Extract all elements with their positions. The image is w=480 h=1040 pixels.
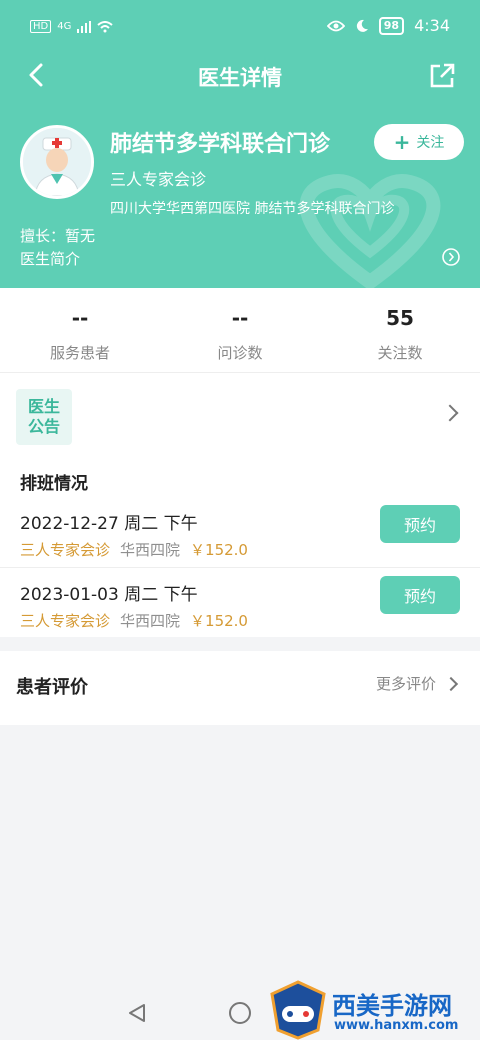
more-reviews-label: 更多评价 [375,675,436,693]
stat-service-patients: -- 服务患者 [0,288,160,372]
nav-bar: 医生详情 [0,52,480,100]
hd-label: HD [30,20,52,33]
schedule-row: 2023-01-03 周二 下午 三人专家会诊 华西四院 ￥152.0 预约 [0,576,480,650]
doctor-name: 肺结节多学科联合门诊 [110,132,331,157]
status-left: HD 4G [30,20,114,33]
schedule-details: 三人专家会诊 华西四院 ￥152.0 [20,539,248,560]
page-title: 医生详情 [198,66,282,90]
doctor-specialty: 擅长：暂无 [20,227,96,245]
chevron-right-icon [443,676,459,691]
doctor-notice-row[interactable]: 医生 公告 [0,373,480,459]
stat-value: 55 [386,306,414,330]
notice-icon-line1: 医生 [27,397,60,416]
more-reviews-link[interactable]: 更多评价 [375,673,459,694]
divider [0,567,480,568]
schedule-price: ￥152.0 [190,612,248,630]
doctor-type: 三人专家会诊 [110,170,207,189]
moon-icon [356,19,368,32]
notice-icon-line2: 公告 [27,417,60,436]
status-bar: HD 4G 98 4:34 [0,0,480,56]
stat-followers: 55 关注数 [320,288,480,372]
doctor-avatar [20,125,94,199]
schedule-date: 2023-01-03 周二 下午 [20,585,198,605]
follow-button[interactable]: + 关注 [374,124,464,160]
site-watermark: 西美手游网 www.hanxm.com [268,980,480,1040]
stat-value: -- [71,306,89,330]
system-home-icon[interactable] [229,1002,251,1024]
schedule-title: 排班情况 [20,474,88,494]
stat-label: 关注数 [377,344,423,362]
stat-label: 问诊数 [217,344,263,362]
notice-icon: 医生 公告 [16,389,72,445]
chevron-right-circle-icon[interactable] [442,248,460,266]
network-label: 4G [57,21,72,32]
status-right: 98 4:34 [326,16,450,35]
clock: 4:34 [414,16,450,35]
wifi-icon [97,20,114,32]
schedule-date: 2022-12-27 周二 下午 [20,514,198,534]
battery-indicator: 98 [378,16,405,35]
schedule-hospital: 华西四院 [120,541,181,559]
schedule-type: 三人专家会诊 [20,612,111,630]
signal-icon [77,20,92,33]
reviews-title: 患者评价 [16,677,88,698]
schedule-details: 三人专家会诊 华西四院 ￥152.0 [20,610,248,631]
schedule-row: 2022-12-27 周二 下午 三人专家会诊 华西四院 ￥152.0 预约 [0,505,480,579]
doctor-hospital: 四川大学华西第四医院 肺结节多学科联合门诊 [110,201,395,217]
plus-icon: + [393,130,411,154]
heart-logo-icon [299,174,441,288]
eye-icon [326,20,345,31]
stats-bar: -- 服务患者 -- 问诊数 55 关注数 [0,288,480,372]
stat-value: -- [231,306,249,330]
game-controller-logo-icon [270,980,326,1040]
schedule-type: 三人专家会诊 [20,541,111,559]
system-back-icon[interactable] [126,1002,148,1024]
schedule-price: ￥152.0 [190,541,248,559]
doctor-header: HD 4G 98 4:34 医生详情 肺结节多学科联合门诊 三人专家会诊 四川大… [0,0,480,288]
chevron-right-icon [441,404,459,422]
follow-label: 关注 [416,135,445,151]
schedule-section: 排班情况 2022-12-27 周二 下午 三人专家会诊 华西四院 ￥152.0… [0,459,480,637]
doctor-avatar-icon [23,128,91,196]
book-button[interactable]: 预约 [380,576,460,614]
stat-consultations: -- 问诊数 [160,288,320,372]
schedule-hospital: 华西四院 [120,612,181,630]
watermark-title: 西美手游网 [332,992,452,1020]
book-button[interactable]: 预约 [380,505,460,543]
share-icon[interactable] [426,60,458,92]
watermark-url: www.hanxm.com [334,1018,459,1033]
doctor-intro-link[interactable]: 医生简介 [20,248,80,269]
stat-label: 服务患者 [49,344,110,362]
reviews-section: 患者评价 更多评价 [0,651,480,725]
